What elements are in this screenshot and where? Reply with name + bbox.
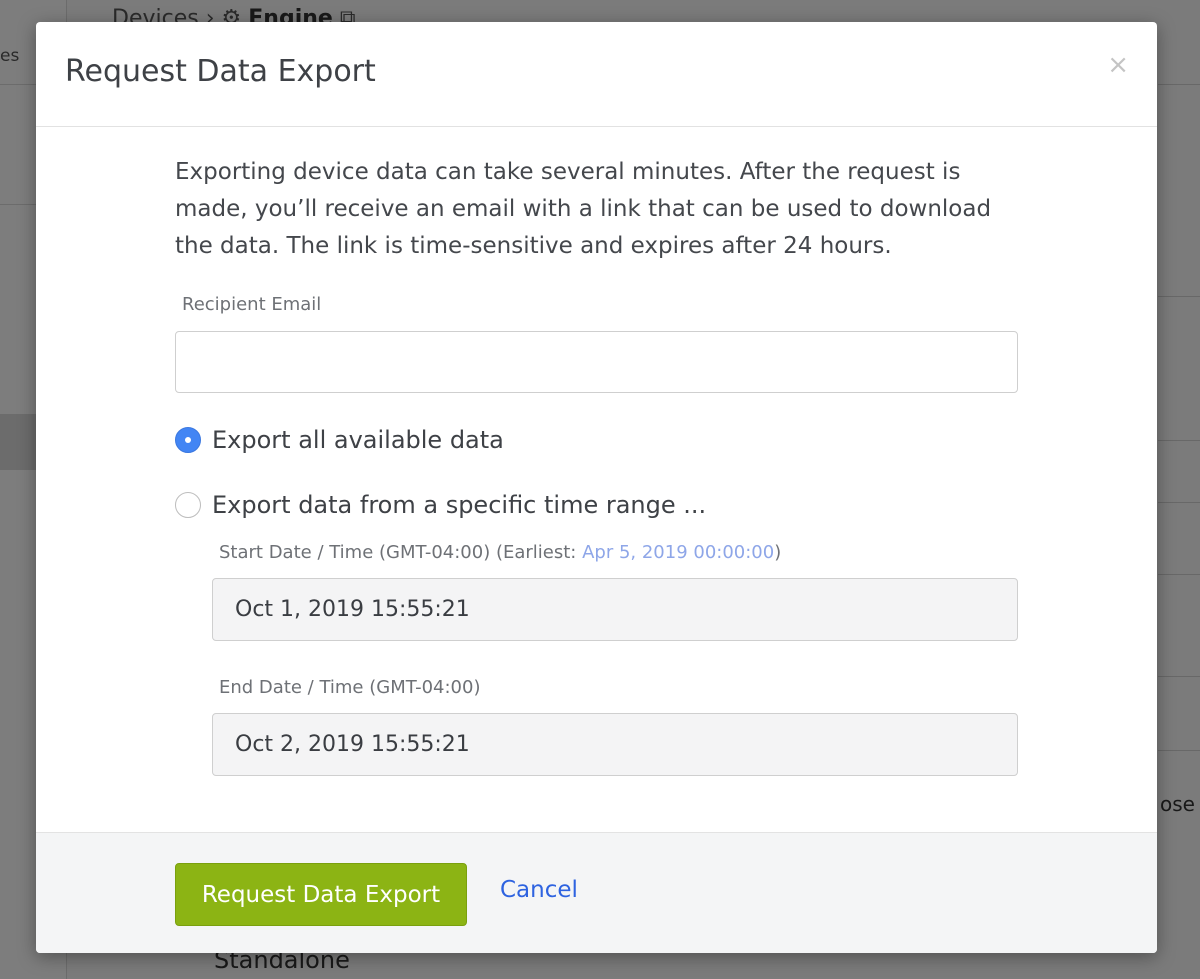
radio-button-unchecked[interactable] [175,492,201,518]
dialog-header: Request Data Export × [36,22,1157,127]
close-icon[interactable]: × [1107,52,1129,78]
start-date-input[interactable] [212,578,1018,641]
start-date-label-suffix: ) [774,542,782,563]
radio-export-all[interactable]: Export all available data [175,426,504,454]
start-date-label: Start Date / Time (GMT-04:00) (Earliest:… [219,542,781,563]
earliest-date: Apr 5, 2019 00:00:00 [582,542,775,563]
recipient-email-input[interactable] [175,331,1018,393]
radio-export-range[interactable]: Export data from a specific time range .… [175,491,706,519]
end-date-label: End Date / Time (GMT-04:00) [219,677,481,698]
cancel-button[interactable]: Cancel [500,877,578,903]
dialog-footer: Request Data Export Cancel [36,832,1157,953]
start-date-label-prefix: Start Date / Time (GMT-04:00) (Earliest: [219,542,583,563]
end-date-input[interactable] [212,713,1018,776]
dialog-description: Exporting device data can take several m… [175,159,992,259]
recipient-email-label: Recipient Email [182,294,322,315]
radio-export-range-label: Export data from a specific time range .… [212,491,707,519]
radio-button-checked[interactable] [175,427,201,453]
dialog-title: Request Data Export [65,54,376,89]
radio-export-all-label: Export all available data [212,426,504,454]
request-data-export-button[interactable]: Request Data Export [175,863,467,926]
request-data-export-dialog: Request Data Export × Exporting device d… [36,22,1157,953]
